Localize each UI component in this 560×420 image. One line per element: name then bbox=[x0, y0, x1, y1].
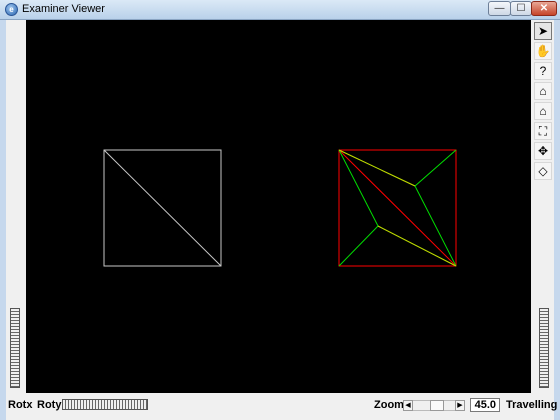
3d-viewport[interactable] bbox=[26, 20, 531, 393]
title-bar: e Examiner Viewer — ☐ ✕ bbox=[0, 0, 560, 20]
right-mesh-green-upper-inner bbox=[414, 185, 457, 267]
window-frame-right bbox=[554, 20, 560, 420]
seek-icon[interactable]: ✥ bbox=[534, 142, 552, 160]
rotx-thumbwheel[interactable] bbox=[10, 308, 20, 388]
app-icon: e bbox=[5, 3, 18, 16]
right-mesh bbox=[338, 149, 457, 267]
viewer-toolbar: ➤ ✋ ? ⌂ ⌂ ⛶ ✥ ◇ bbox=[531, 20, 554, 393]
roty-thumbwheel[interactable] bbox=[62, 399, 148, 410]
zoom-value-field[interactable]: 45.0 bbox=[470, 398, 500, 412]
zoom-increase-button[interactable]: ▶ bbox=[455, 400, 465, 411]
left-panel bbox=[6, 20, 26, 393]
rotx-label: Rotx bbox=[8, 399, 33, 411]
right-mesh-yellow-a bbox=[338, 149, 416, 187]
maximize-button[interactable]: ☐ bbox=[510, 1, 532, 16]
mode-label: Travelling bbox=[506, 399, 558, 411]
roty-label: Roty bbox=[37, 399, 62, 411]
close-button[interactable]: ✕ bbox=[531, 1, 557, 16]
perspective-icon[interactable]: ◇ bbox=[534, 162, 552, 180]
zoom-label: Zoom bbox=[374, 399, 404, 411]
scene-canvas bbox=[103, 149, 457, 267]
bottom-bar: Rotx Roty Zoom ◀ ▶ 45.0 Travelling bbox=[6, 393, 558, 420]
hand-icon[interactable]: ✋ bbox=[534, 42, 552, 60]
right-mesh-green-lower-inner bbox=[338, 149, 379, 227]
zoom-slider-thumb[interactable] bbox=[430, 400, 444, 411]
zoom-decrease-button[interactable]: ◀ bbox=[403, 400, 413, 411]
left-mesh bbox=[103, 149, 222, 267]
zoom-slider[interactable] bbox=[413, 400, 455, 411]
window-title: Examiner Viewer bbox=[22, 3, 105, 15]
home-icon[interactable]: ⌂ bbox=[534, 82, 552, 100]
left-square-diagonal bbox=[103, 149, 222, 267]
right-mesh-yellow-b bbox=[377, 225, 457, 267]
help-icon[interactable]: ? bbox=[534, 62, 552, 80]
minimize-button[interactable]: — bbox=[488, 1, 511, 16]
dolly-thumbwheel[interactable] bbox=[539, 308, 549, 388]
view-all-icon[interactable]: ⛶ bbox=[534, 122, 552, 140]
set-home-icon[interactable]: ⌂ bbox=[534, 102, 552, 120]
select-arrow-icon[interactable]: ➤ bbox=[534, 22, 552, 40]
